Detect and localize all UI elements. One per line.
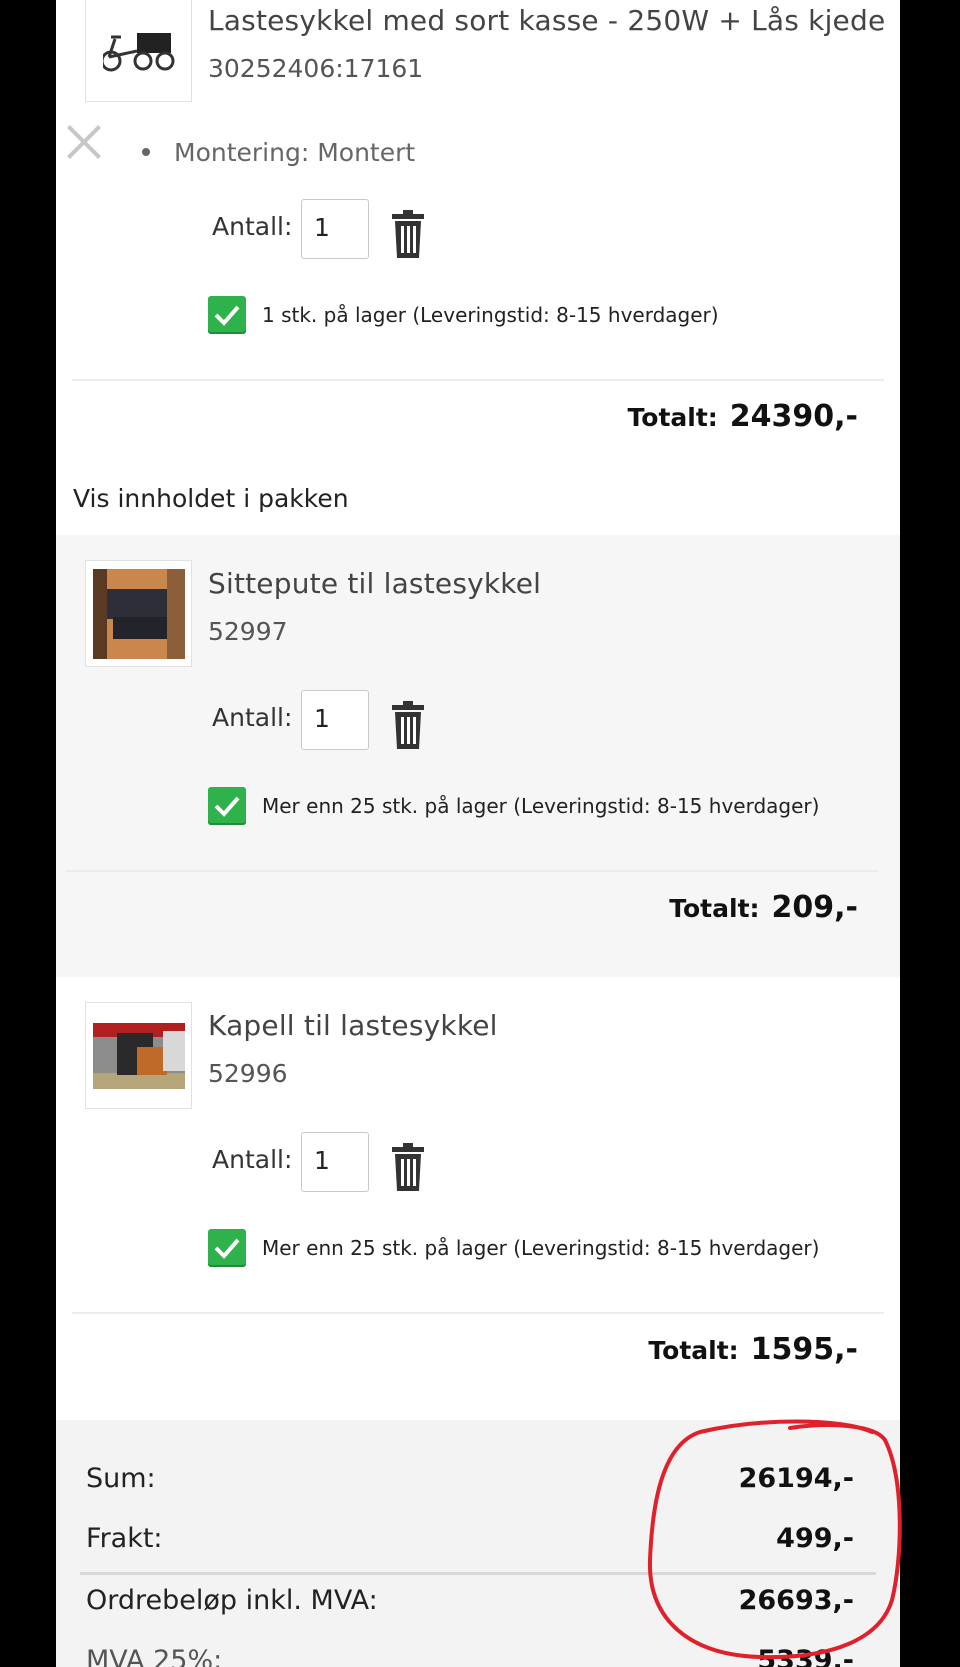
order-summary: Sum: 26194,- Frakt: 499,- Ordrebeløp ink… bbox=[56, 1420, 900, 1667]
divider bbox=[72, 1312, 884, 1314]
shipping-label: Frakt: bbox=[86, 1523, 163, 1554]
show-package-contents-link[interactable]: Vis innholdet i pakken bbox=[73, 484, 349, 513]
item-total: Totalt: 24390,- bbox=[628, 399, 858, 434]
sum-row: Sum: 26194,- bbox=[86, 1463, 854, 1494]
canopy-image bbox=[92, 1022, 185, 1089]
trash-icon[interactable] bbox=[392, 1143, 424, 1191]
stock-status: Mer enn 25 stk. på lager (Leveringstid: … bbox=[208, 787, 819, 825]
total-label: Totalt: bbox=[669, 894, 760, 923]
quantity-input[interactable]: 1 bbox=[301, 199, 369, 259]
quantity-label: Antall: bbox=[212, 1145, 293, 1174]
product-sku: 52997 bbox=[208, 617, 288, 646]
stock-status: Mer enn 25 stk. på lager (Leveringstid: … bbox=[208, 1229, 819, 1267]
product-option: Montering: Montert bbox=[142, 138, 415, 167]
product-title[interactable]: Sittepute til lastesykkel bbox=[208, 567, 541, 600]
product-title[interactable]: Kapell til lastesykkel bbox=[208, 1009, 498, 1042]
stock-text: Mer enn 25 stk. på lager (Leveringstid: … bbox=[262, 794, 820, 818]
product-title[interactable]: Lastesykkel med sort kasse - 250W + Lås … bbox=[208, 4, 885, 37]
vat-row: MVA 25%: 5339,- bbox=[86, 1645, 854, 1667]
total-value: 209,- bbox=[771, 890, 858, 925]
order-total-value: 26693,- bbox=[738, 1585, 854, 1616]
stock-text: Mer enn 25 stk. på lager (Leveringstid: … bbox=[262, 1236, 820, 1260]
quantity-input[interactable]: 1 bbox=[301, 1132, 369, 1192]
stock-text: 1 stk. på lager (Leveringstid: 8-15 hver… bbox=[262, 303, 719, 327]
item-total: Totalt: 1595,- bbox=[648, 1332, 858, 1367]
cargo-bike-image bbox=[102, 32, 174, 71]
bullet-dot bbox=[142, 148, 150, 156]
order-total-row: Ordrebeløp inkl. MVA: 26693,- bbox=[86, 1585, 854, 1616]
product-thumbnail[interactable] bbox=[85, 560, 192, 667]
quantity-label: Antall: bbox=[212, 212, 293, 241]
vat-value: 5339,- bbox=[757, 1645, 854, 1667]
total-value: 1595,- bbox=[750, 1332, 858, 1367]
quantity-input[interactable]: 1 bbox=[301, 690, 369, 750]
trash-icon[interactable] bbox=[392, 210, 424, 258]
sum-value: 26194,- bbox=[738, 1463, 854, 1494]
product-thumbnail[interactable] bbox=[85, 0, 192, 102]
cart-item-cargo-bike: Lastesykkel med sort kasse - 250W + Lås … bbox=[56, 0, 900, 440]
divider bbox=[66, 870, 878, 872]
vat-label: MVA 25%: bbox=[86, 1645, 223, 1667]
cart-item-canopy: Kapell til lastesykkel 52996 Antall: 1 M… bbox=[56, 977, 900, 1420]
cart-page: Lastesykkel med sort kasse - 250W + Lås … bbox=[56, 0, 900, 1667]
cart-item-seat-cushion: Sittepute til lastesykkel 52997 Antall: … bbox=[56, 535, 900, 977]
summary-divider bbox=[80, 1572, 876, 1575]
checkmark-icon bbox=[208, 787, 246, 825]
product-sku: 52996 bbox=[208, 1059, 288, 1088]
product-sku: 30252406:17161 bbox=[208, 54, 424, 83]
item-total: Totalt: 209,- bbox=[669, 890, 858, 925]
order-total-label: Ordrebeløp inkl. MVA: bbox=[86, 1585, 378, 1616]
close-icon[interactable] bbox=[64, 122, 104, 162]
quantity-label: Antall: bbox=[212, 703, 293, 732]
total-label: Totalt: bbox=[627, 403, 718, 432]
seat-cushion-image bbox=[92, 568, 185, 659]
shipping-row: Frakt: 499,- bbox=[86, 1523, 854, 1554]
shipping-value: 499,- bbox=[776, 1523, 854, 1554]
total-value: 24390,- bbox=[729, 399, 858, 434]
option-text: Montering: Montert bbox=[174, 138, 416, 167]
checkmark-icon bbox=[208, 296, 246, 334]
divider bbox=[72, 379, 884, 381]
product-thumbnail[interactable] bbox=[85, 1002, 192, 1109]
total-label: Totalt: bbox=[648, 1336, 739, 1365]
checkmark-icon bbox=[208, 1229, 246, 1267]
sum-label: Sum: bbox=[86, 1463, 156, 1494]
stock-status: 1 stk. på lager (Leveringstid: 8-15 hver… bbox=[208, 296, 719, 334]
trash-icon[interactable] bbox=[392, 701, 424, 749]
